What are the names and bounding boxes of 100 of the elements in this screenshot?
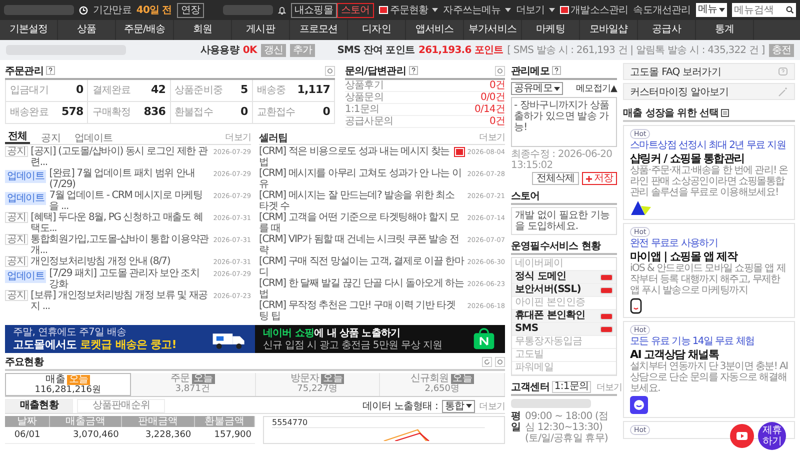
notice-title[interactable]: [7/29 패치] 고도몰 관리자 보안 조치 강화 xyxy=(49,268,210,290)
bell-icon[interactable] xyxy=(278,6,286,14)
delivery-banner[interactable]: 주말, 연휴에도 주7일 배송 고도몰에서도 로켓급 배송은 쿵고! xyxy=(5,325,255,353)
service-status-cell[interactable]: 휴대폰 본인확인 xyxy=(512,310,616,323)
inquiry-count[interactable]: 0건 xyxy=(489,116,505,127)
tip-title[interactable]: [CRM] 고객을 어떤 기준으로 타겟팅해야 할지 모를 때 xyxy=(259,212,464,234)
extend-button[interactable]: 연장 xyxy=(176,2,204,18)
delete-all-button[interactable]: 전체삭제 xyxy=(532,172,579,185)
banner-title: 고도몰에서도 로켓급 배송은 쿵고! xyxy=(13,338,176,351)
top-menu-link[interactable]: 개발소스관리 xyxy=(560,3,628,17)
caret-icon xyxy=(719,8,725,12)
notice-title[interactable]: [보류] 개인정보처리방침 개정 보류 및 재공지 ... xyxy=(30,290,210,312)
tip-title[interactable]: [CRM] 구매 직전 망설이는 고객, 결제로 이끌 한마디 xyxy=(259,256,464,278)
sms-points-label: SMS 잔여 포인트 xyxy=(337,44,415,57)
help-icon[interactable] xyxy=(408,66,418,75)
usage-value: 0K xyxy=(242,44,257,56)
order-status-cell[interactable]: 교환접수 0 xyxy=(252,102,335,124)
summary-tab[interactable]: 신규회원 오늘 2,650명 xyxy=(380,373,505,396)
inquiry-count[interactable]: 0/14건 xyxy=(474,104,505,115)
summary-label: 방문자 xyxy=(290,373,320,384)
notice-title[interactable]: [공지] (고도몰/샵바이) 동시 로그인 제한 관련... xyxy=(30,146,210,168)
side-link-button[interactable]: 커스터마이징 알아보기 xyxy=(623,83,795,100)
notice-title[interactable]: 7월 업데이트 - CRM 메시지로 마케팅을 ... xyxy=(49,190,210,212)
help-icon[interactable] xyxy=(552,66,562,75)
service-status-cell[interactable]: 정식 도메인 xyxy=(512,271,616,284)
my-mall-button[interactable]: 내쇼핑몰 xyxy=(290,2,337,18)
naver-shopping-banner[interactable]: 네이버 쇼핑에 내 상품 노출하기 신규 입점 시 광고 충전금 5만원 무상 지원 xyxy=(255,325,505,353)
top-menu-link[interactable]: 주문현황 xyxy=(378,3,438,17)
menu-search-field[interactable]: 메뉴검색 xyxy=(732,3,796,17)
summary-tab[interactable]: 방문자 오늘 75,227명 xyxy=(256,373,380,396)
order-status-cell[interactable]: 환불접수 0 xyxy=(170,102,253,124)
promo-description: iOS & 안드로이드 모바일 쇼핑몰 앱 제작부터 등록 대행까지 해주고, 무제한 앱 푸시 발송으로 마케팅까지 xyxy=(630,263,786,296)
display-type-select[interactable]: 통합 xyxy=(442,400,476,412)
search-icon[interactable] xyxy=(786,6,794,14)
promo-title: AI 고객상담 채널톡 xyxy=(630,348,718,361)
period-badge: 오늘 xyxy=(192,374,215,384)
floating-action-button[interactable]: 제휴하기 xyxy=(758,422,786,450)
notice-tab[interactable]: 업데이트 xyxy=(71,133,116,144)
service-status-cell[interactable]: SMS xyxy=(512,323,616,336)
last-modified-text: 최종수정 : 2026-06-20 13:15:02 xyxy=(511,149,614,171)
section-title: 문의/답변관리 xyxy=(345,64,406,78)
top-menu-link[interactable]: 더보기 xyxy=(516,3,555,17)
usage-label: 사용용량 xyxy=(200,44,239,57)
column-header: 판매금액 xyxy=(122,416,194,427)
inquiry-label: 1:1문의 xyxy=(345,104,380,115)
chart-value-label: 5554770 xyxy=(272,418,309,427)
order-status-cell[interactable]: 배송중 1,117 xyxy=(252,80,335,102)
order-status-cell[interactable]: 결제완료 42 xyxy=(88,80,170,102)
order-status-cell[interactable]: 상품준비중 5 xyxy=(170,80,253,102)
top-menu-link[interactable]: 속도개선관리 xyxy=(633,3,691,17)
inquiry-count[interactable]: 0/0건 xyxy=(480,92,505,103)
clock-icon xyxy=(79,6,88,14)
tip-title[interactable]: [CRM] VIP가 됨할 때 건네는 시크릿 쿠폰 발송 전략 xyxy=(259,234,464,256)
settings-icon[interactable] xyxy=(495,357,505,367)
refresh-icon[interactable] xyxy=(482,357,492,367)
summary-tab[interactable]: 매출 오늘 116,281,216원 xyxy=(5,373,131,396)
tip-title[interactable]: [CRM] 무작정 추천은 그만! 구매 이력 기반 타겟팅 팁 xyxy=(259,300,464,322)
video-play-button[interactable] xyxy=(730,424,754,448)
summary-tab[interactable]: 주문 오늘 3,871건 xyxy=(130,373,256,396)
banner-subtitle: 신규 입점 시 광고 충전금 5만원 무상 지원 xyxy=(263,340,442,350)
banner-subtitle: 주말, 연휴에도 주7일 배송 xyxy=(13,327,128,338)
collapse-memo-link[interactable]: 메모접기▲ xyxy=(576,82,617,95)
tip-title[interactable]: [CRM] 메시지를 아무리 고쳐도 성과가 안 나는 이유 xyxy=(259,168,464,190)
table-cell: 3,228,360 xyxy=(122,427,194,444)
business-hours: 09:00 ~ 18:00 (점심 12:30~13:30) xyxy=(525,411,610,433)
notice-tag: 공지 xyxy=(5,146,28,157)
chart-tab[interactable]: 매출현황 xyxy=(5,399,74,413)
help-icon[interactable] xyxy=(46,66,56,75)
menu-select[interactable]: 메뉴 xyxy=(696,3,727,17)
summary-label: 주문 xyxy=(170,373,190,384)
save-button[interactable]: 저장 xyxy=(582,172,617,185)
service-status-cell[interactable]: 보안서버(SSL) xyxy=(512,284,616,297)
memo-textarea[interactable]: - 장바구니까지가 상품출하가 있으면 발송 가능! xyxy=(511,97,617,147)
notice-title[interactable]: 통합회원가입,고도몰-샵바이 통합 이용약관 개... xyxy=(30,234,210,256)
tip-title[interactable]: [CRM] 한 달째 발길 끊긴 단골 다시 돌아오게 하는 법 xyxy=(259,278,464,300)
inquiry-count[interactable]: 0건 xyxy=(489,80,505,91)
expiry-days: 40일 전 xyxy=(136,3,172,17)
chart-tab[interactable]: 상품판매순위 xyxy=(77,399,166,413)
notice-title[interactable]: [완료] 7월 업데이트 패치 범위 안내 (7/29) xyxy=(49,168,210,190)
order-status-cell[interactable]: 배송완료 578 xyxy=(6,102,88,124)
tip-title[interactable]: [CRM] 메시지는 잘 만드는데? 발송을 위한 최소 타겟 수 xyxy=(259,190,464,212)
notice-title[interactable]: [혜택] 두다운 8월, PG 신청하고 매출도 혜택도... xyxy=(30,212,210,234)
notice-tab[interactable]: 공지 xyxy=(38,133,64,144)
order-status-cell[interactable]: 구매확정 836 xyxy=(88,102,170,124)
memo-type-select[interactable]: 공유메모 xyxy=(511,82,564,95)
store-button[interactable]: 스토어 xyxy=(336,2,374,18)
status-pill-icon xyxy=(600,326,613,332)
notice-tab[interactable]: 전체 xyxy=(5,131,30,144)
inquiry-badge[interactable]: 1:1문의 xyxy=(552,381,591,393)
tip-title[interactable]: [CRM] 적은 비용으로도 성과 내는 메시지 찾는 법 xyxy=(259,146,452,168)
settings-icon[interactable] xyxy=(495,66,505,76)
notice-title[interactable]: 개인정보처리방침 개정 안내 (8/7) xyxy=(30,256,210,267)
side-link-button[interactable]: 고도몰 FAQ 보러가기 xyxy=(623,63,795,80)
order-status-cell[interactable]: 입금대기 0 xyxy=(6,80,88,102)
promo-subtitle: 모든 유료 기능 14일 무료 체험 xyxy=(630,336,754,348)
settings-icon[interactable] xyxy=(325,66,335,76)
top-menu-link[interactable]: 자주쓰는메뉴 xyxy=(443,3,511,17)
notice-tag: 업데이트 xyxy=(5,270,46,283)
section-title: 셀러팁 xyxy=(259,133,288,144)
promo-description: 상품·주문·재고·배송을 한 번에 관리! 온라인 판매 소상공인이라면 쇼핑몰통합관리 솔루션을 무료로 이용해보세요! xyxy=(630,165,788,198)
